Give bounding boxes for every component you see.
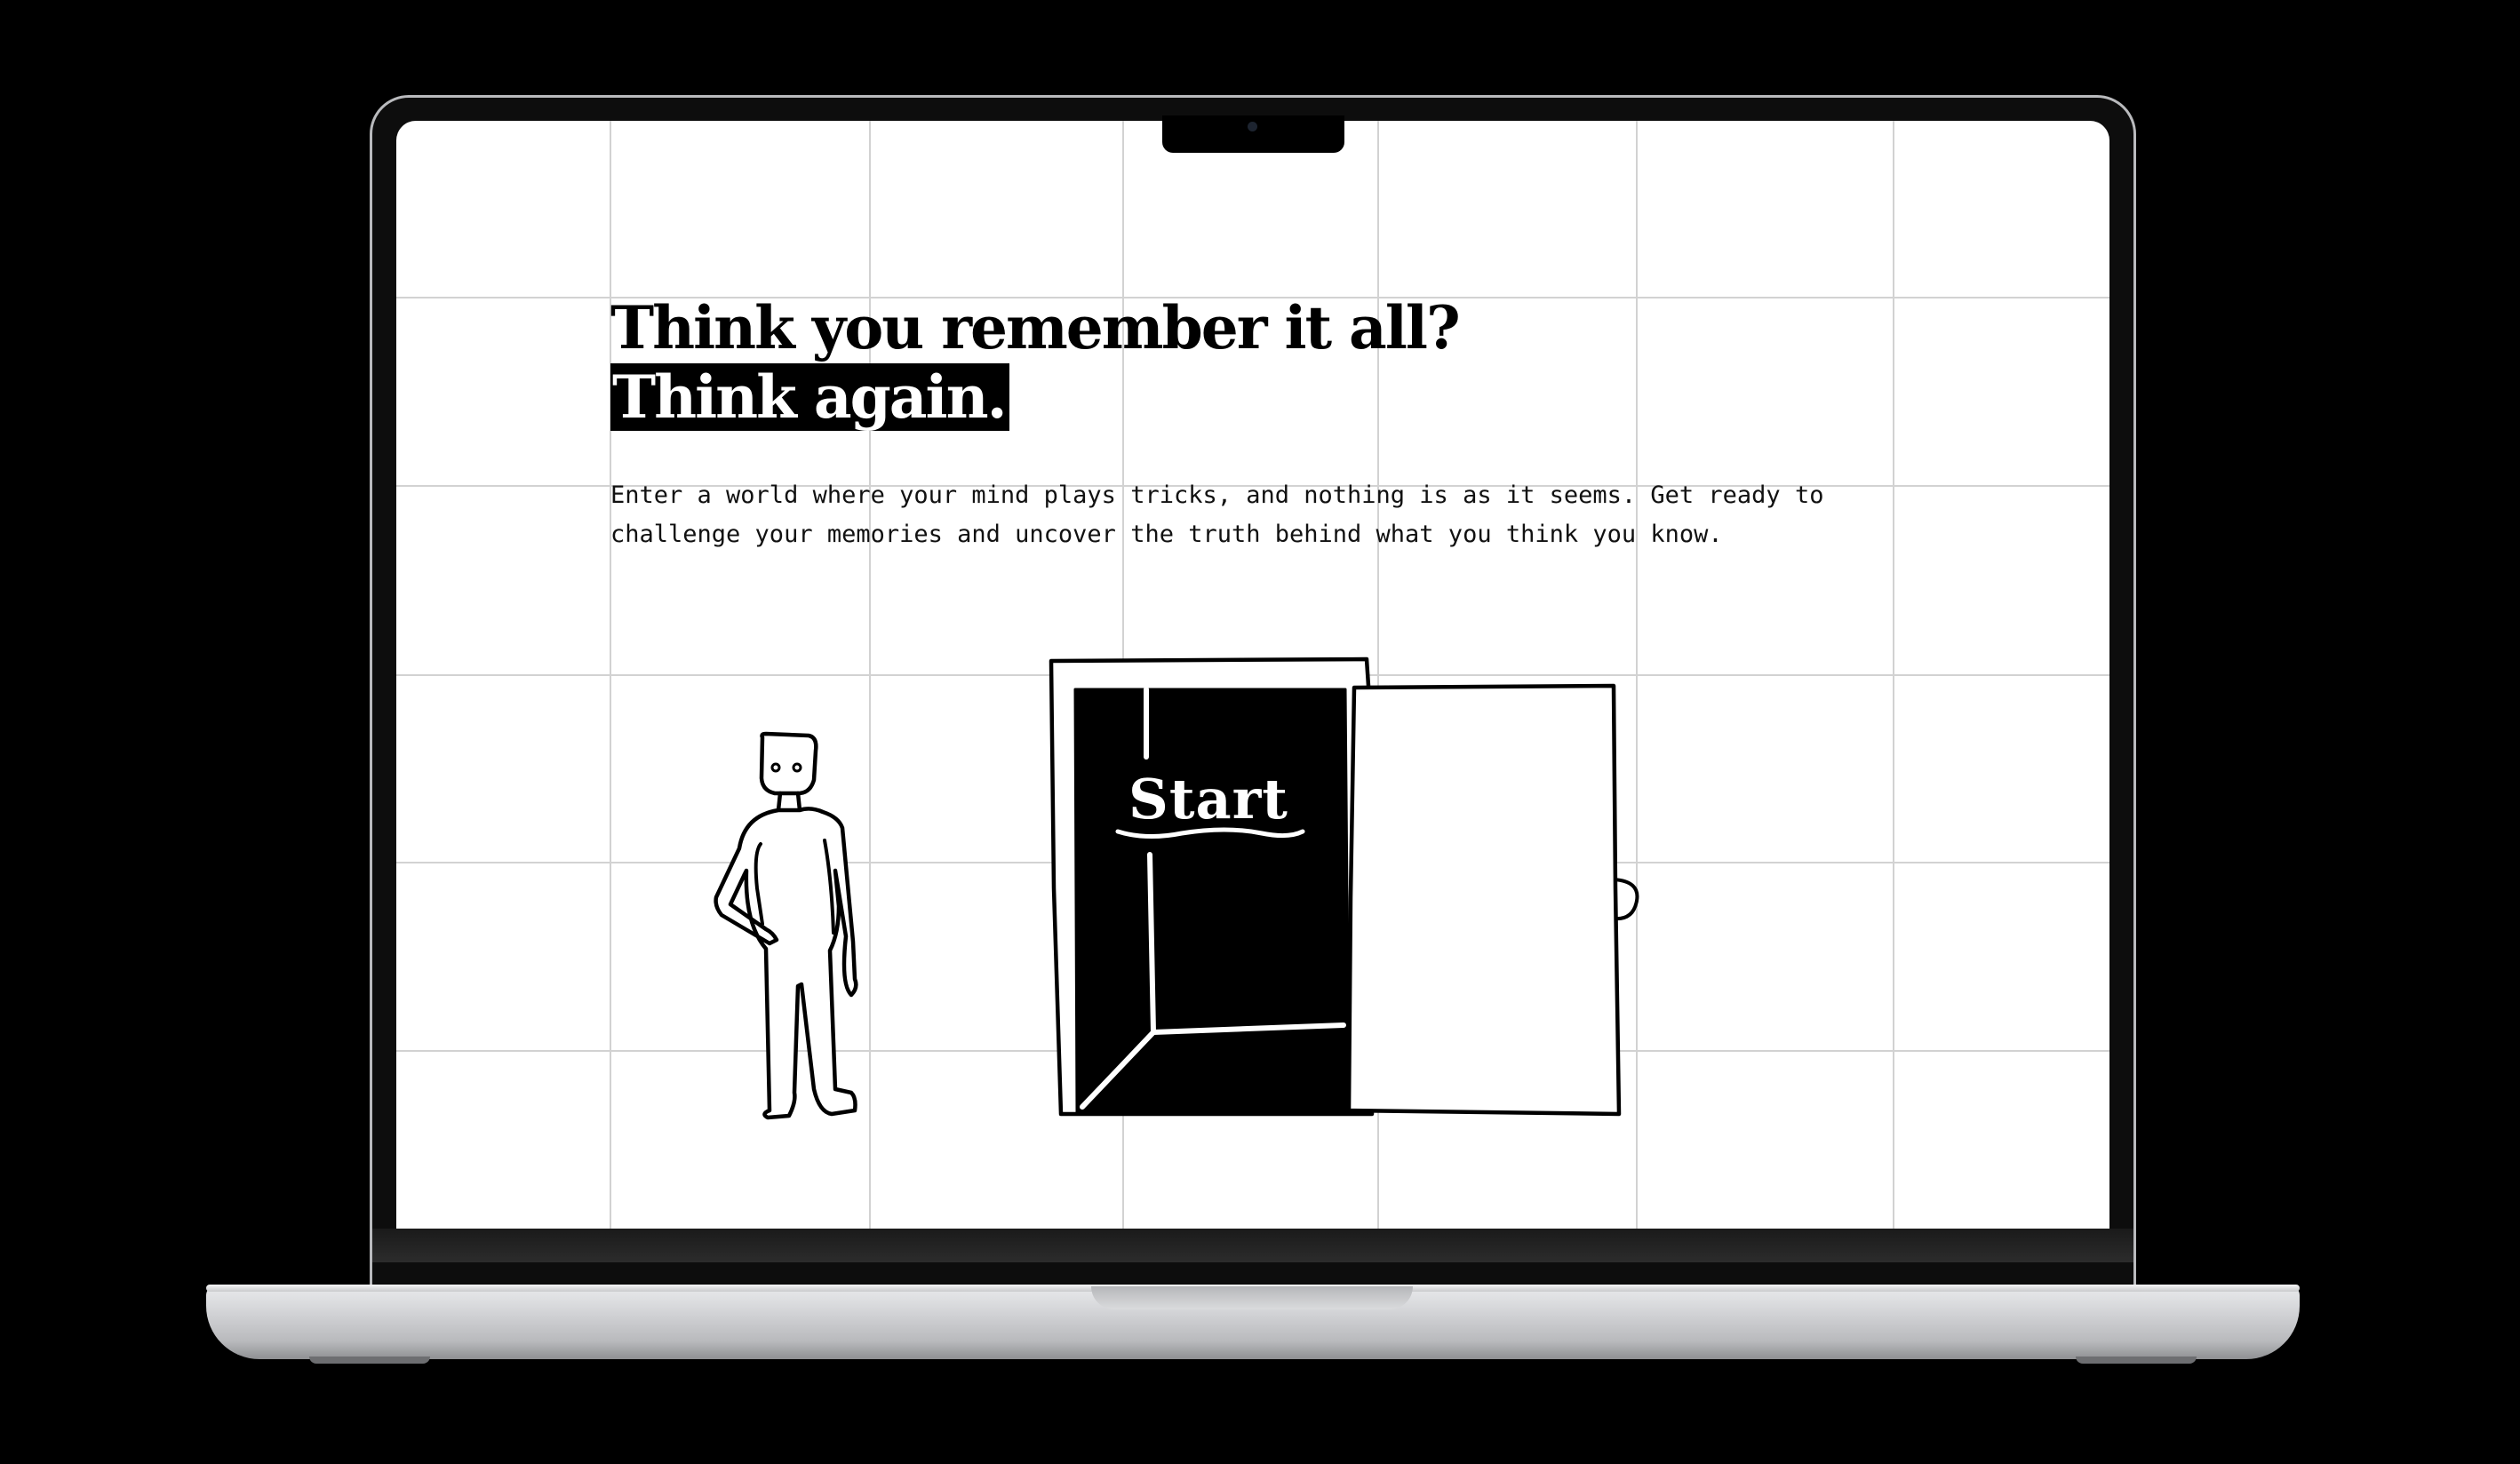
start-button[interactable]: Start [1111,764,1306,835]
laptop-bottom-bezel [372,1229,2133,1262]
laptop-foot [2076,1357,2197,1364]
door-icon [1049,656,1639,1117]
laptop-opening-notch [1091,1286,1413,1309]
figure-icon [714,731,858,1120]
device-mockup: Think you remember it all? Think again. … [0,0,2520,1464]
laptop-foot [309,1357,430,1364]
